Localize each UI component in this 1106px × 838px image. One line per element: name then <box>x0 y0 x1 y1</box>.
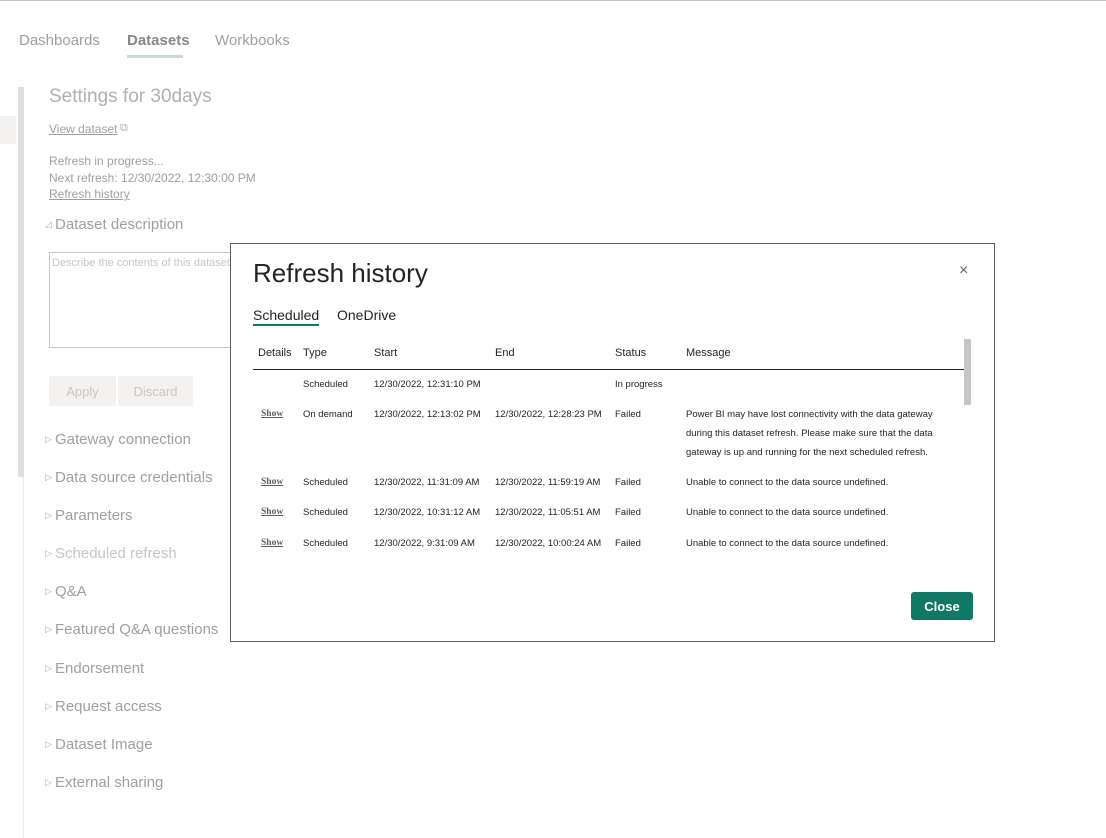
collapsed-triangle-icon: ▷ <box>45 434 52 444</box>
row-end: 12/30/2022, 11:59:19 AM <box>495 477 601 488</box>
dialog-title: Refresh history <box>253 258 428 288</box>
column-header-message: Message <box>686 347 731 359</box>
row-status: Failed <box>615 409 641 420</box>
close-icon[interactable]: × <box>959 262 968 280</box>
refresh-history-link[interactable]: Refresh history <box>49 187 130 201</box>
row-end: 12/30/2022, 10:00:24 AM <box>495 538 602 549</box>
section-request-access[interactable]: ▷ Request access <box>45 698 162 715</box>
collapsed-triangle-icon: ▷ <box>45 510 52 520</box>
row-type: On demand <box>303 409 353 420</box>
row-type: Scheduled <box>303 379 348 390</box>
tab-workbooks[interactable]: Workbooks <box>215 32 290 49</box>
row-message: Unable to connect to the data source und… <box>686 477 889 488</box>
section-qa[interactable]: ▷ Q&A <box>45 583 87 600</box>
section-gateway-connection[interactable]: ▷ Gateway connection <box>45 431 191 448</box>
column-header-details: Details <box>258 347 292 359</box>
row-message: Unable to connect to the data source und… <box>686 538 889 549</box>
row-type: Scheduled <box>303 538 348 549</box>
section-featured-qa-questions[interactable]: ▷ Featured Q&A questions <box>45 621 218 638</box>
row-message: Unable to connect to the data source und… <box>686 507 889 518</box>
close-button[interactable]: Close <box>911 592 973 620</box>
tab-datasets[interactable]: Datasets <box>127 32 190 49</box>
section-parameters[interactable]: ▷ Parameters <box>45 507 133 524</box>
collapsed-triangle-icon: ▷ <box>45 701 52 711</box>
column-header-type: Type <box>303 347 327 359</box>
show-details-link[interactable]: Show <box>261 507 283 517</box>
collapsed-triangle-icon: ▷ <box>45 739 52 749</box>
row-start: 12/30/2022, 9:31:09 AM <box>374 538 475 549</box>
row-status: Failed <box>615 538 641 549</box>
tab-onedrive[interactable]: OneDrive <box>337 307 396 323</box>
tab-scheduled[interactable]: Scheduled <box>253 307 320 326</box>
collapsed-triangle-icon: ▷ <box>45 472 52 482</box>
collapsed-triangle-icon: ▷ <box>45 777 52 787</box>
row-message: Power BI may have lost connectivity with… <box>686 409 933 458</box>
collapsed-triangle-icon: ▷ <box>45 586 52 596</box>
section-dataset-description[interactable]: ◿ Dataset description <box>45 216 183 233</box>
tab-dashboards[interactable]: Dashboards <box>19 32 100 49</box>
apply-button[interactable]: Apply <box>49 376 116 406</box>
section-endorsement[interactable]: ▷ Endorsement <box>45 660 144 677</box>
row-type: Scheduled <box>303 507 348 518</box>
row-start: 12/30/2022, 12:31:10 PM <box>374 379 481 390</box>
row-end: 12/30/2022, 11:05:51 AM <box>495 507 601 518</box>
section-data-source-credentials[interactable]: ▷ Data source credentials <box>45 469 213 486</box>
row-start: 12/30/2022, 10:31:12 AM <box>374 507 481 518</box>
row-end: 12/30/2022, 12:28:23 PM <box>495 409 602 420</box>
refresh-status-text: Refresh in progress... <box>49 154 164 168</box>
column-header-start: Start <box>374 347 398 359</box>
page-title: Settings for 30days <box>49 86 212 107</box>
collapsed-triangle-icon: ▷ <box>45 663 52 673</box>
description-placeholder: Describe the contents of this dataset. <box>52 257 233 269</box>
row-type: Scheduled <box>303 477 348 488</box>
show-details-link[interactable]: Show <box>261 409 283 419</box>
section-scheduled-refresh[interactable]: ▷ Scheduled refresh <box>45 545 177 562</box>
row-status: Failed <box>615 477 641 488</box>
row-status: In progress <box>615 379 663 390</box>
section-external-sharing[interactable]: ▷ External sharing <box>45 774 163 791</box>
expand-triangle-icon: ◿ <box>45 219 52 229</box>
show-details-link[interactable]: Show <box>261 477 283 487</box>
column-header-status: Status <box>615 347 647 359</box>
left-rail-scrollbar[interactable] <box>18 87 24 477</box>
collapsed-triangle-icon: ▷ <box>45 548 52 558</box>
column-header-end: End <box>495 347 515 359</box>
external-link-icon: ⧉ <box>120 122 128 134</box>
row-start: 12/30/2022, 12:13:02 PM <box>374 409 481 420</box>
row-start: 12/30/2022, 11:31:09 AM <box>374 477 480 488</box>
active-tab-indicator <box>127 55 183 58</box>
header-divider <box>253 369 966 370</box>
top-divider <box>0 0 1106 1</box>
row-status: Failed <box>615 507 641 518</box>
view-dataset-link[interactable]: View dataset <box>49 122 118 136</box>
left-rail-selected-item[interactable] <box>0 116 16 144</box>
collapsed-triangle-icon: ▷ <box>45 624 52 634</box>
table-scrollbar[interactable] <box>964 339 971 405</box>
discard-button[interactable]: Discard <box>118 376 193 406</box>
section-dataset-image[interactable]: ▷ Dataset Image <box>45 736 153 753</box>
show-details-link[interactable]: Show <box>261 538 283 548</box>
refresh-history-dialog: Refresh history × Scheduled OneDrive Det… <box>230 243 995 642</box>
next-refresh-text: Next refresh: 12/30/2022, 12:30:00 PM <box>49 171 256 185</box>
